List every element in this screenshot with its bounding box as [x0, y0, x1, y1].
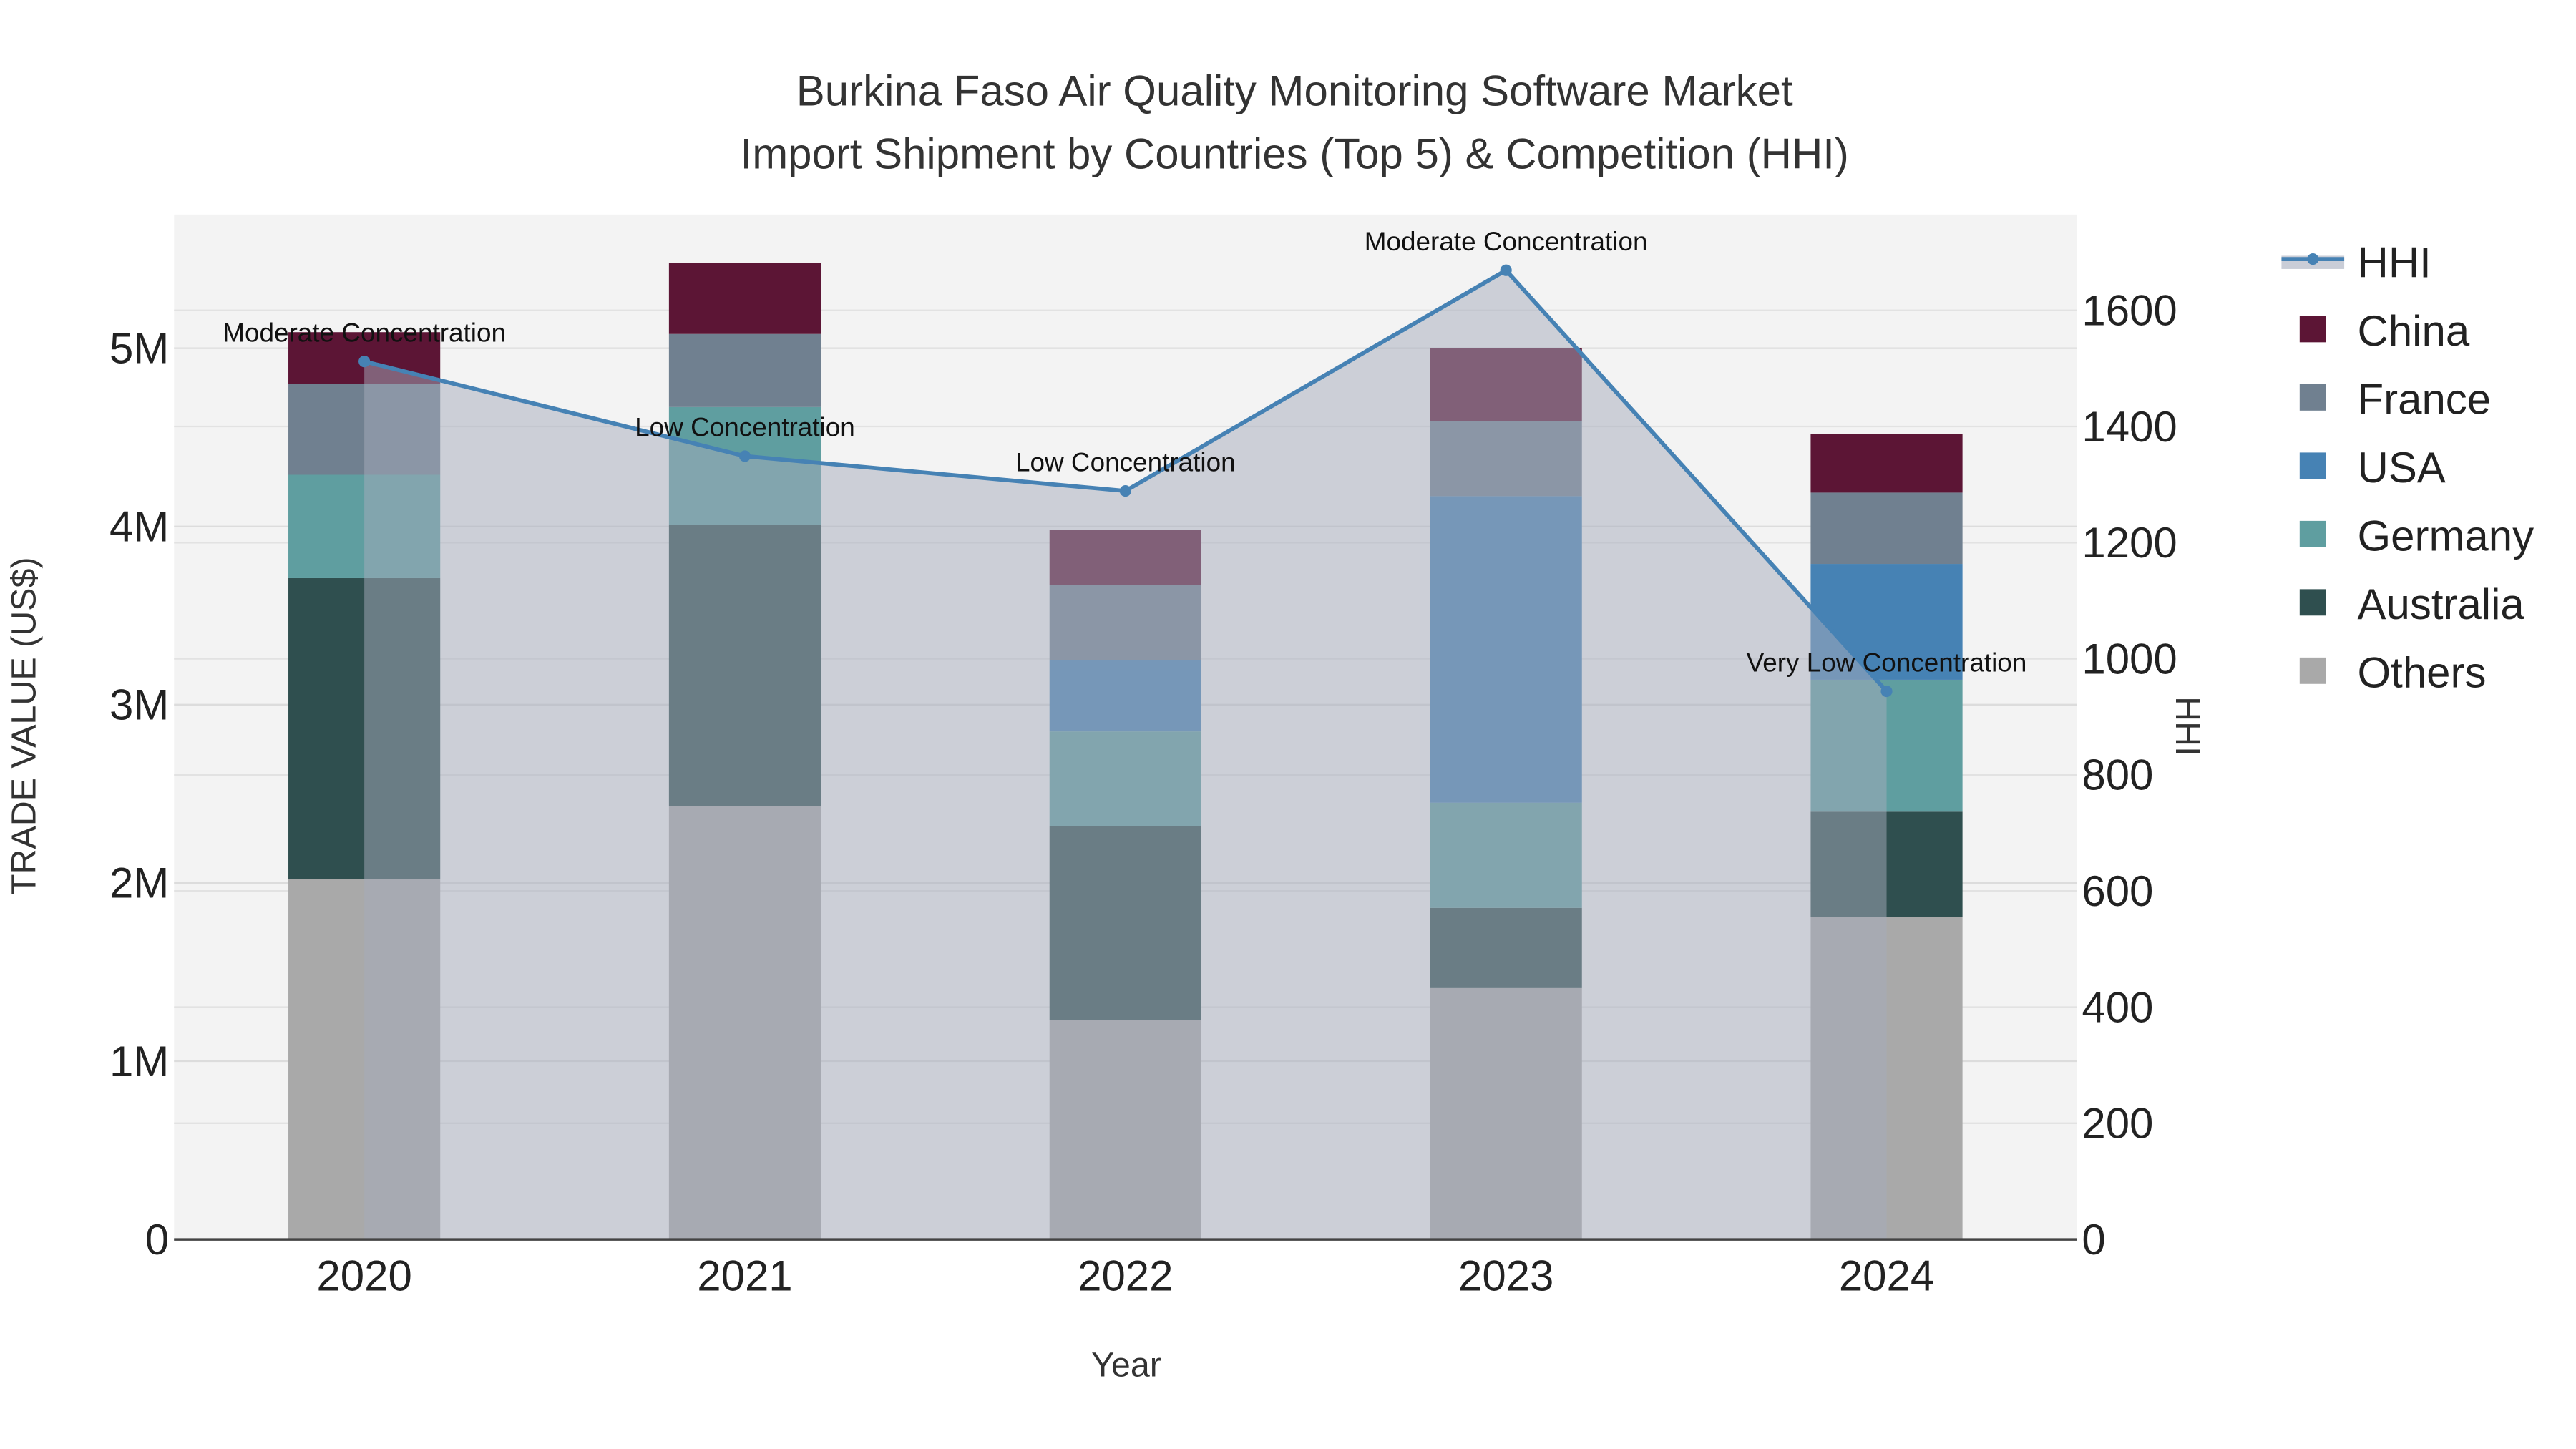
legend: HHI China France USA Germany Australia Others — [2281, 238, 2534, 696]
legend-swatch — [2299, 384, 2326, 411]
hhi-point-2022[interactable] — [1119, 485, 1131, 497]
y2-tick-label: 600 — [2082, 867, 2153, 915]
y-tick-label: 3M — [109, 681, 169, 729]
y2-tick-label: 1000 — [2082, 635, 2177, 683]
legend-swatch — [2299, 657, 2326, 684]
x-tick-label: 2022 — [1078, 1252, 1173, 1300]
y2-tick-label: 0 — [2082, 1216, 2105, 1264]
hhi-annotation: Low Concentration — [1015, 447, 1236, 477]
legend-swatch — [2299, 520, 2326, 547]
y2-tick-label: 400 — [2082, 983, 2153, 1031]
y2-tick-label: 200 — [2082, 1100, 2153, 1148]
hhi-point-2021[interactable] — [738, 450, 751, 462]
legend-item-others[interactable]: Others — [2299, 648, 2487, 696]
legend-swatch — [2299, 452, 2326, 479]
y-axis-title: TRADE VALUE (US$) — [4, 557, 43, 895]
x-tick-label: 2024 — [1839, 1252, 1934, 1300]
y2-tick-label: 1200 — [2082, 519, 2177, 567]
bar-france-2024[interactable] — [1810, 492, 1963, 565]
y2-axis-title: HHI — [2168, 696, 2207, 756]
legend-label: Others — [2358, 648, 2487, 696]
bar-france-2021[interactable] — [668, 333, 821, 407]
y2-tick-label: 1400 — [2082, 403, 2177, 451]
hhi-annotation: Moderate Concentration — [223, 318, 506, 347]
bar-china-2024[interactable] — [1810, 434, 1963, 493]
legend-item-usa[interactable]: USA — [2299, 444, 2446, 492]
y-tick-label: 4M — [109, 502, 169, 550]
y-tick-label: 1M — [109, 1038, 169, 1085]
hhi-point-2020[interactable] — [358, 356, 371, 368]
legend-item-australia[interactable]: Australia — [2299, 580, 2525, 628]
x-tick-label: 2020 — [316, 1252, 411, 1300]
chart-title-line1: Burkina Faso Air Quality Monitoring Soft… — [796, 67, 1793, 115]
legend-label: France — [2358, 375, 2492, 423]
legend-label: China — [2358, 307, 2470, 355]
x-axis-title: Year — [1091, 1346, 1161, 1385]
legend-label: Australia — [2358, 580, 2525, 628]
hhi-point-2024[interactable] — [1880, 685, 1893, 698]
y2-tick-label: 800 — [2082, 751, 2153, 799]
legend-swatch — [2299, 589, 2326, 616]
y-tick-label: 5M — [109, 324, 169, 372]
bar-china-2021[interactable] — [668, 263, 821, 334]
y-tick-label: 2M — [109, 859, 169, 907]
legend-label: Germany — [2358, 512, 2534, 560]
x-tick-label: 2023 — [1458, 1252, 1553, 1300]
legend-swatch — [2299, 316, 2326, 343]
hhi-annotation: Low Concentration — [635, 413, 855, 442]
hhi-point-2023[interactable] — [1500, 264, 1512, 276]
y-tick-label: 0 — [145, 1216, 169, 1264]
y2-tick-label: 1600 — [2082, 286, 2177, 334]
hhi-annotation: Moderate Concentration — [1365, 227, 1648, 256]
legend-label: HHI — [2358, 238, 2431, 286]
legend-item-hhi[interactable]: HHI — [2281, 238, 2431, 286]
hhi-annotation: Very Low Concentration — [1747, 648, 2027, 677]
chart: Burkina Faso Air Quality Monitoring Soft… — [4, 67, 2534, 1385]
legend-item-china[interactable]: China — [2299, 307, 2470, 355]
legend-marker-icon — [2307, 253, 2319, 265]
chart-title-line2: Import Shipment by Countries (Top 5) & C… — [741, 130, 1849, 177]
legend-item-germany[interactable]: Germany — [2299, 512, 2534, 560]
legend-label: USA — [2358, 444, 2446, 492]
legend-item-france[interactable]: France — [2299, 375, 2492, 423]
x-tick-label: 2021 — [697, 1252, 792, 1300]
